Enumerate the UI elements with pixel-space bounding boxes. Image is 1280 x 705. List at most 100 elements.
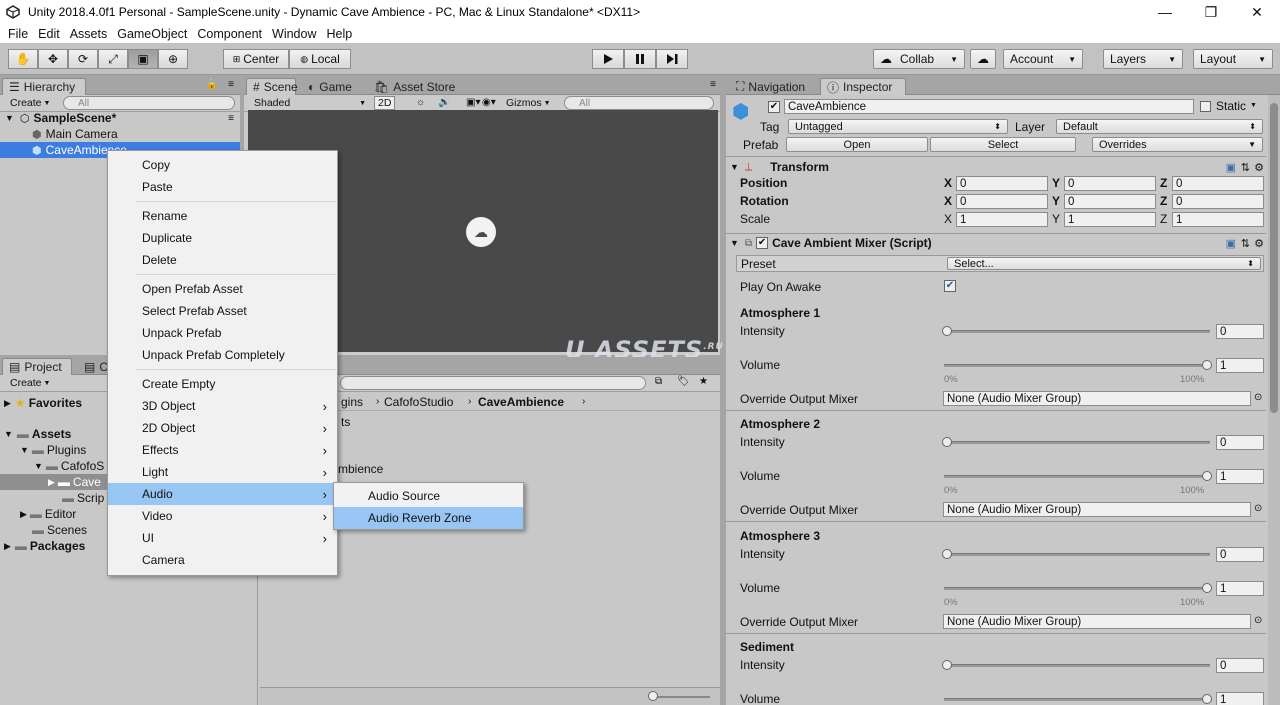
volume-slider-knob[interactable] <box>1202 471 1212 481</box>
intensity-field[interactable]: 0 <box>1216 324 1264 339</box>
breadcrumb-plugins[interactable]: gins <box>341 395 363 409</box>
filter-type-icon[interactable]: ⧉ <box>655 376 662 387</box>
project-create-dropdown[interactable]: Create ▼ <box>10 376 50 390</box>
intensity-slider-track[interactable] <box>944 664 1210 667</box>
menu-item-light[interactable]: Light › <box>108 461 337 483</box>
volume-field[interactable]: 1 <box>1216 581 1264 596</box>
intensity-field[interactable]: 0 <box>1216 658 1264 673</box>
pause-button[interactable] <box>624 49 656 69</box>
menu-file[interactable]: File <box>4 27 32 41</box>
script-enabled-checkbox[interactable]: ✔ <box>756 237 769 249</box>
active-checkbox[interactable]: ✔ <box>768 101 780 113</box>
scene-search-input[interactable]: All <box>564 96 714 110</box>
intensity-slider-track[interactable] <box>944 441 1210 444</box>
effects-icon[interactable]: ▣▾ <box>466 97 480 108</box>
intensity-slider-knob[interactable] <box>942 660 952 670</box>
menu-edit[interactable]: Edit <box>34 27 64 41</box>
minimize-button[interactable]: — <box>1142 0 1188 24</box>
help-book-icon[interactable]: ▣ <box>1226 237 1236 250</box>
transform-position-z[interactable]: 0 <box>1172 176 1264 191</box>
output-mixer-field[interactable]: None (Audio Mixer Group) <box>943 391 1251 406</box>
volume-field[interactable]: 1 <box>1216 469 1264 484</box>
rect-tool-icon[interactable]: ▣ <box>128 49 158 69</box>
layer-dropdown[interactable]: Default ⬍ <box>1056 119 1263 134</box>
project-search-input[interactable] <box>340 376 646 390</box>
object-picker-icon[interactable]: ⊙ <box>1254 392 1262 403</box>
camera-icon[interactable]: ◉▾ <box>482 97 496 108</box>
prefab-open-button[interactable]: Open <box>786 137 928 152</box>
account-dropdown[interactable]: Account ▼ <box>1003 49 1083 69</box>
transform-scale-z[interactable]: 1 <box>1172 212 1264 227</box>
intensity-slider-knob[interactable] <box>942 549 952 559</box>
tab-navigation[interactable]: ⛶ Navigation <box>730 78 811 95</box>
preset-sliders-icon[interactable]: ⇅ <box>1241 161 1250 174</box>
icon-size-slider[interactable] <box>650 696 710 698</box>
menu-item-paste[interactable]: Paste <box>108 176 337 198</box>
menu-item-copy[interactable]: Copy <box>108 154 337 176</box>
breadcrumb-caveambience[interactable]: CaveAmbience <box>478 395 564 409</box>
volume-field[interactable]: 1 <box>1216 358 1264 373</box>
gizmos-dropdown[interactable]: Gizmos ▼ <box>506 96 551 110</box>
tab-asset-store[interactable]: 🛍 Asset Store <box>368 78 461 95</box>
tab-project[interactable]: ▤ Project <box>2 358 72 375</box>
tag-dropdown[interactable]: Untagged ⬍ <box>788 119 1008 134</box>
menu-item-3d-object[interactable]: 3D Object › <box>108 395 337 417</box>
menu-item-audio-source[interactable]: Audio Source <box>334 485 523 507</box>
volume-slider-track[interactable] <box>944 587 1210 590</box>
menu-item-select-prefab-asset[interactable]: Select Prefab Asset <box>108 300 337 322</box>
panel-menu-icon[interactable]: ≡ <box>228 79 234 90</box>
object-picker-icon[interactable]: ⊙ <box>1254 503 1262 514</box>
menu-help[interactable]: Help <box>322 27 356 41</box>
transform-scale-y[interactable]: 1 <box>1064 212 1156 227</box>
menu-component[interactable]: Component <box>193 27 266 41</box>
menu-item-ui[interactable]: UI › <box>108 527 337 549</box>
move-tool-icon[interactable]: ✥ <box>38 49 68 69</box>
pivot-local-button[interactable]: ◍ Local <box>289 49 351 69</box>
preset-dropdown[interactable]: Select... ⬍ <box>947 257 1261 270</box>
rotate-tool-icon[interactable]: ⟳ <box>68 49 98 69</box>
play-button[interactable] <box>592 49 624 69</box>
hierarchy-search-input[interactable]: All <box>63 96 235 110</box>
component-gear-icon[interactable]: ⚙ <box>1254 237 1264 250</box>
transform-header[interactable]: ▼ ⟂ Transform ▣ ⇅ ⚙ <box>726 158 1266 176</box>
collab-dropdown[interactable]: ☁ Collab ▼ <box>873 49 965 69</box>
menu-item-create-empty[interactable]: Create Empty <box>108 373 337 395</box>
volume-slider-track[interactable] <box>944 364 1210 367</box>
help-book-icon[interactable]: ▣ <box>1226 161 1236 174</box>
tab-game[interactable]: ◐ Game <box>302 78 358 95</box>
menu-item-unpack-prefab[interactable]: Unpack Prefab <box>108 322 337 344</box>
layers-dropdown[interactable]: Layers ▼ <box>1103 49 1183 69</box>
output-mixer-field[interactable]: None (Audio Mixer Group) <box>943 502 1251 517</box>
static-dropdown[interactable]: Static ▼ <box>1216 99 1257 113</box>
volume-slider-track[interactable] <box>944 698 1210 701</box>
intensity-slider-knob[interactable] <box>942 326 952 336</box>
menu-item-duplicate[interactable]: Duplicate <box>108 227 337 249</box>
hierarchy-item-main-camera[interactable]: ⬢ Main Camera <box>0 126 240 142</box>
volume-slider-track[interactable] <box>944 475 1210 478</box>
transform-rotation-x[interactable]: 0 <box>956 194 1048 209</box>
layout-dropdown[interactable]: Layout ▼ <box>1193 49 1273 69</box>
menu-item-delete[interactable]: Delete <box>108 249 337 271</box>
intensity-slider-knob[interactable] <box>942 437 952 447</box>
component-gear-icon[interactable]: ⚙ <box>1254 161 1264 174</box>
prefab-overrides-dropdown[interactable]: Overrides ▼ <box>1092 137 1263 152</box>
play-on-awake-checkbox[interactable]: ✔ <box>944 280 956 292</box>
close-button[interactable]: ✕ <box>1234 0 1280 24</box>
transform-rotation-z[interactable]: 0 <box>1172 194 1264 209</box>
tab-scene[interactable]: # Scene <box>246 78 298 95</box>
step-button[interactable] <box>656 49 688 69</box>
volume-field[interactable]: 1 <box>1216 692 1264 705</box>
menu-item-effects[interactable]: Effects › <box>108 439 337 461</box>
menu-item-audio-reverb-zone[interactable]: Audio Reverb Zone <box>334 507 523 529</box>
project-item-caveambience[interactable]: mbience <box>338 462 383 476</box>
script-header[interactable]: ▼ ⧉ ✔ Cave Ambient Mixer (Script) ▣ ⇅ ⚙ <box>726 234 1266 252</box>
prefab-select-button[interactable]: Select <box>930 137 1076 152</box>
static-checkbox[interactable] <box>1200 101 1211 112</box>
preset-sliders-icon[interactable]: ⇅ <box>1241 237 1250 250</box>
transform-tool-icon[interactable]: ⊕ <box>158 49 188 69</box>
hand-tool-icon[interactable]: ✋ <box>8 49 38 69</box>
object-picker-icon[interactable]: ⊙ <box>1254 615 1262 626</box>
output-mixer-field[interactable]: None (Audio Mixer Group) <box>943 614 1251 629</box>
menu-item-open-prefab-asset[interactable]: Open Prefab Asset <box>108 278 337 300</box>
filter-label-icon[interactable]: 🏷 <box>677 376 690 387</box>
